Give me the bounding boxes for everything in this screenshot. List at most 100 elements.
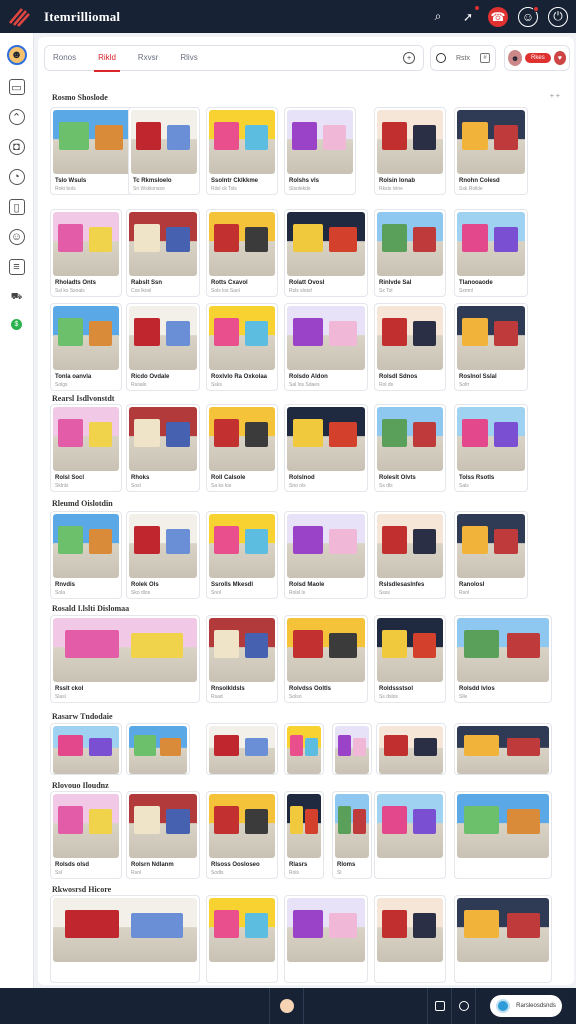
product-card[interactable]: Rolsl Socl Sklnls (50, 404, 122, 492)
card-thumbnail[interactable] (209, 306, 275, 370)
bottom-action-pill[interactable]: Rarsleosdsnds (490, 995, 562, 1017)
card-thumbnail[interactable] (53, 212, 119, 276)
card-thumbnail[interactable] (287, 514, 365, 578)
card-thumbnail[interactable] (287, 110, 353, 174)
folder-icon[interactable]: ▯ (8, 199, 25, 215)
product-card[interactable]: Ricdo Ovdale Rsoals (126, 303, 200, 391)
card-thumbnail[interactable] (457, 306, 525, 370)
product-card[interactable]: Rolsd Maole Rolsl ls (284, 511, 368, 599)
card-thumbnail[interactable] (335, 794, 369, 858)
card-thumbnail[interactable] (129, 212, 197, 276)
product-card[interactable]: Rolsin lonab Rksls lvlne (374, 107, 446, 195)
product-card[interactable] (454, 895, 552, 983)
card-thumbnail[interactable] (287, 794, 321, 858)
product-card[interactable]: Roldssstsol Ss dslos (374, 615, 446, 703)
filter-icon[interactable] (436, 53, 446, 63)
card-thumbnail[interactable] (377, 407, 443, 471)
card-thumbnail[interactable] (129, 306, 197, 370)
tab-1[interactable]: Ronos (53, 45, 76, 71)
card-thumbnail[interactable] (131, 110, 197, 174)
rocket-icon[interactable]: ➚ (458, 4, 480, 27)
product-card[interactable] (206, 723, 278, 775)
product-card[interactable] (374, 895, 446, 983)
card-thumbnail[interactable] (377, 212, 443, 276)
card-thumbnail[interactable] (53, 898, 197, 962)
product-card[interactable]: Rolek Ols Sko dlos (126, 511, 200, 599)
product-card[interactable]: Rlsoss Oosloseo Sodls (206, 791, 278, 879)
product-card[interactable]: Rotts Cxavol Sols los Saol (206, 209, 278, 297)
search-icon[interactable]: + (403, 52, 415, 64)
product-card[interactable]: Rsslt ckol Slasl (50, 615, 200, 703)
product-card[interactable] (454, 791, 552, 879)
app-logo[interactable] (8, 6, 30, 28)
card-thumbnail[interactable] (377, 306, 443, 370)
product-card[interactable]: Rolsdo Aldon Sal los Sdaes (284, 303, 368, 391)
user-avatar[interactable]: ☻ (508, 50, 523, 66)
card-thumbnail[interactable] (457, 794, 549, 858)
bag-icon[interactable]: ◘ (8, 139, 25, 155)
user-pill[interactable]: Rkes (525, 53, 551, 63)
product-card[interactable]: Rhoks Sosl (126, 404, 200, 492)
product-card[interactable]: Rnsolkldsls Rsad (206, 615, 278, 703)
card-thumbnail[interactable] (287, 407, 365, 471)
card-thumbnail[interactable] (287, 618, 365, 682)
grid-icon[interactable]: # (480, 53, 490, 63)
list-icon[interactable]: ≡ (8, 259, 25, 275)
product-card[interactable]: Ssrolls Mkesdl Snol (206, 511, 278, 599)
card-thumbnail[interactable] (457, 726, 549, 774)
product-card[interactable]: Tolss Rsotls Sals (454, 404, 528, 492)
card-thumbnail[interactable] (457, 514, 525, 578)
card-thumbnail[interactable] (209, 726, 275, 774)
product-card[interactable] (332, 723, 372, 775)
product-card[interactable]: Rolatt Ovosl Rsls slosd (284, 209, 368, 297)
product-card[interactable] (126, 723, 190, 775)
card-thumbnail[interactable] (457, 618, 549, 682)
product-card[interactable]: Rolslnod Sno ols (284, 404, 368, 492)
compass-icon[interactable]: ⌃ (8, 109, 25, 125)
product-card[interactable]: Roleslt Olvts Ss dls (374, 404, 446, 492)
product-card[interactable]: Rinlvde Sal Sx Tol (374, 209, 446, 297)
product-card[interactable]: Rslsdlesaslnfes Ssss (374, 511, 446, 599)
card-thumbnail[interactable] (377, 618, 443, 682)
card-thumbnail[interactable] (457, 110, 525, 174)
smile-icon[interactable]: ☺ (8, 229, 25, 245)
avatar[interactable]: ☻ (6, 45, 27, 65)
tab-3[interactable]: Rxvsr (138, 45, 158, 71)
card-thumbnail[interactable] (209, 794, 275, 858)
shield-icon[interactable]: ◔ (8, 169, 25, 185)
card-thumbnail[interactable] (53, 726, 119, 774)
card-thumbnail[interactable] (53, 110, 131, 174)
product-card[interactable]: Ranolosl Rsol (454, 511, 528, 599)
user-chip[interactable]: ☻ Rkes ♥ (504, 45, 570, 71)
profile-icon[interactable] (270, 988, 304, 1024)
product-card[interactable]: Rolsdd Ivlos Slle (454, 615, 552, 703)
cart-icon[interactable]: ⛟ (9, 289, 25, 305)
product-card[interactable]: Tc Rkmsloelo Sn Wsklonsso (128, 107, 200, 195)
product-card[interactable] (50, 723, 122, 775)
product-card[interactable] (376, 723, 446, 775)
product-card[interactable] (206, 895, 278, 983)
product-card[interactable] (454, 723, 552, 775)
card-thumbnail[interactable] (457, 898, 549, 962)
product-card[interactable] (284, 895, 368, 983)
card-thumbnail[interactable] (209, 110, 275, 174)
product-card[interactable]: Tonla oanvla Solgs (50, 303, 122, 391)
section-tag[interactable]: + + (550, 93, 560, 100)
card-thumbnail[interactable] (53, 407, 119, 471)
card-thumbnail[interactable] (379, 726, 443, 774)
card-thumbnail[interactable] (209, 212, 275, 276)
product-card[interactable]: Rabslt Ssn Cos lkosl (126, 209, 200, 297)
product-card[interactable] (284, 723, 324, 775)
card-thumbnail[interactable] (53, 618, 197, 682)
notification-icon[interactable]: ☎ (488, 6, 508, 27)
settings-icon[interactable] (452, 988, 476, 1024)
product-card[interactable]: Rholadts Onts Ssl ks Ssoals (50, 209, 122, 297)
product-card[interactable]: Rlasrs Rols (284, 791, 324, 879)
card-thumbnail[interactable] (129, 794, 197, 858)
filter-box[interactable]: Rstx # (430, 45, 496, 71)
card-thumbnail[interactable] (209, 618, 275, 682)
card-thumbnail[interactable] (287, 898, 365, 962)
product-card[interactable]: Roslnol Sslal Soltr (454, 303, 528, 391)
card-thumbnail[interactable] (287, 212, 365, 276)
product-card[interactable]: Rolsdl Sdnos Rol ds (374, 303, 446, 391)
